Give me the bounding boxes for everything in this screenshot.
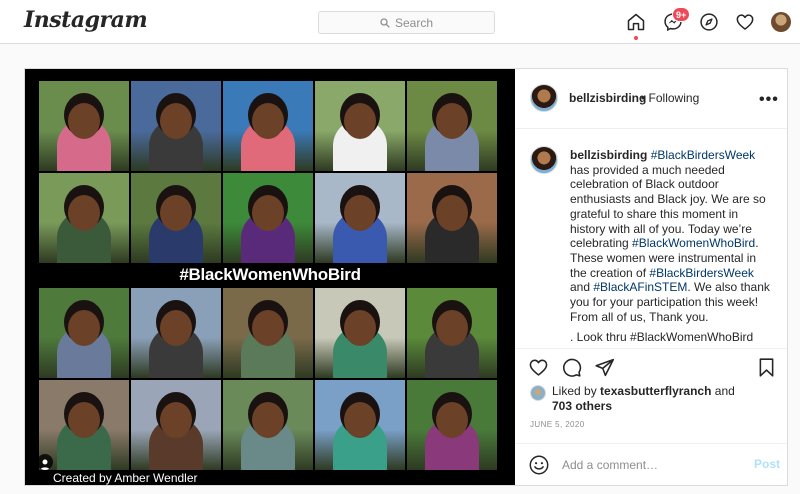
photo-tile (407, 81, 497, 171)
post-image[interactable]: #BlackWomenWhoBird Created by Amber Wend… (25, 69, 515, 485)
caption-hashtag-link[interactable]: #BlackBirdersWeek (649, 266, 753, 280)
home-active-indicator (634, 36, 638, 40)
caption-username[interactable]: bellzisbirding (570, 148, 647, 162)
photo-tile (407, 380, 497, 470)
search-icon (380, 17, 390, 28)
photo-tile (315, 288, 405, 378)
profile-avatar[interactable] (771, 12, 791, 32)
photo-tile (223, 173, 313, 263)
post-comment-button[interactable]: Post (754, 457, 780, 471)
search-box[interactable]: Search (318, 11, 495, 34)
photo-tile (39, 173, 129, 263)
photo-tile (131, 380, 221, 470)
photo-tile (407, 173, 497, 263)
post-caption: bellzisbirding #BlackBirdersWeek has pro… (570, 148, 774, 348)
caption-hashtag-link[interactable]: #BlackAFinSTEM (593, 280, 687, 294)
photo-tile (223, 288, 313, 378)
post-date[interactable]: JUNE 5, 2020 (530, 420, 585, 429)
like-heart-icon[interactable] (528, 357, 550, 379)
liker-avatar[interactable] (530, 385, 546, 401)
caption-text: and (570, 280, 594, 295)
divider (516, 348, 787, 349)
post-card: #BlackWomenWhoBird Created by Amber Wend… (24, 68, 788, 486)
search-placeholder: Search (394, 15, 434, 30)
caption-avatar[interactable] (530, 146, 558, 174)
likes-count[interactable]: 703 others (552, 399, 612, 413)
emoji-icon[interactable] (528, 454, 550, 476)
activity-heart-icon[interactable] (734, 11, 756, 33)
instagram-logo[interactable]: Instagram (24, 7, 148, 33)
share-paper-plane-icon[interactable] (594, 357, 616, 379)
photo-tile (315, 380, 405, 470)
photo-tile (131, 288, 221, 378)
home-icon[interactable] (625, 11, 647, 33)
caption-hashtag-link[interactable]: #BlackWomenWhoBird (632, 236, 755, 250)
photo-tile (39, 81, 129, 171)
comment-bar: Post (516, 443, 787, 485)
photo-credit: Created by Amber Wendler (53, 471, 198, 485)
follow-status[interactable]: • Following (641, 91, 699, 105)
photo-tile (131, 173, 221, 263)
photo-tile (407, 288, 497, 378)
photo-tile (223, 380, 313, 470)
comment-input[interactable] (562, 456, 732, 474)
top-nav: Instagram Search 9+ (0, 0, 800, 44)
save-bookmark-icon[interactable] (756, 357, 778, 379)
post-sidebar: bellzisbirding • Following ••• bellzisbi… (516, 69, 787, 485)
photo-grid-bottom (39, 288, 497, 470)
liker-username[interactable]: texasbutterflyranch (600, 384, 711, 398)
post-header: bellzisbirding • Following ••• (516, 69, 787, 129)
photo-tile (315, 173, 405, 263)
photo-tile (131, 81, 221, 171)
more-options-icon[interactable]: ••• (759, 91, 779, 109)
notification-badge: 9+ (672, 7, 691, 22)
photo-tile (315, 81, 405, 171)
author-username[interactable]: bellzisbirding (569, 91, 646, 105)
likes-summary: Liked by texasbutterflyranch and 703 oth… (552, 384, 735, 413)
caption-continuation: . Look thru #BlackWomenWhoBird to... (570, 330, 754, 348)
photo-hashtag: #BlackWomenWhoBird (179, 265, 361, 284)
photo-grid-top (39, 81, 497, 263)
author-avatar[interactable] (530, 84, 558, 112)
caption-hashtag-link[interactable]: #BlackBirdersWeek (651, 148, 755, 162)
explore-icon[interactable] (698, 11, 720, 33)
tagged-users-icon[interactable] (37, 454, 53, 470)
photo-tile (223, 81, 313, 171)
photo-tile (39, 380, 129, 470)
comment-bubble-icon[interactable] (561, 357, 583, 379)
photo-tile (39, 288, 129, 378)
